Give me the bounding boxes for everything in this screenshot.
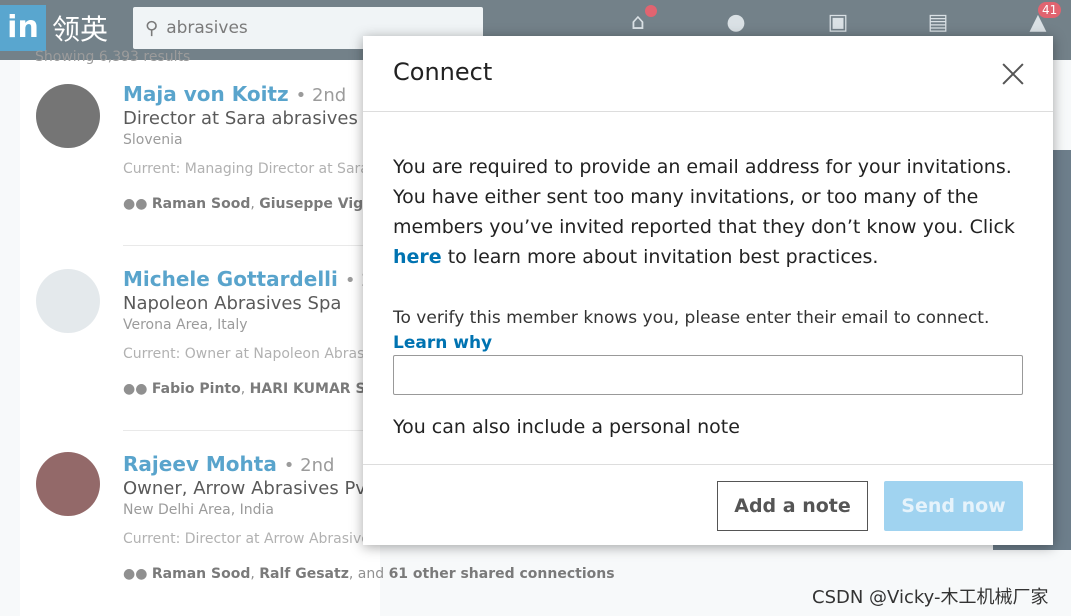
watermark: CSDN @Vicky-木工机械厂家 xyxy=(812,587,1049,608)
here-link[interactable]: here xyxy=(393,246,442,268)
invitation-message: You are required to provide an email add… xyxy=(393,152,1033,272)
modal-header: Connect xyxy=(363,36,1053,112)
learn-why-link[interactable]: Learn why xyxy=(393,333,492,353)
close-icon[interactable] xyxy=(999,60,1027,88)
email-field[interactable] xyxy=(393,355,1023,395)
connect-modal: Connect You are required to provide an e… xyxy=(363,36,1053,545)
invitation-text: You are required to provide an email add… xyxy=(393,156,1012,238)
best-practices-text: to learn more about invitation best prac… xyxy=(447,246,879,268)
page: in 领英 ⚲ abrasives ⌂ ● ▣ ▤ ▲ 41 Showing 6… xyxy=(0,0,1071,616)
click-text: Click xyxy=(969,216,1015,238)
modal-footer: Add a note Send now xyxy=(363,464,1053,545)
modal-body: You are required to provide an email add… xyxy=(393,152,1033,438)
personal-note-text: You can also include a personal note xyxy=(393,416,740,438)
modal-title: Connect xyxy=(393,58,493,86)
verify-label: To verify this member knows you, please … xyxy=(393,308,990,328)
send-now-button[interactable]: Send now xyxy=(884,481,1023,531)
add-note-button[interactable]: Add a note xyxy=(717,481,868,531)
